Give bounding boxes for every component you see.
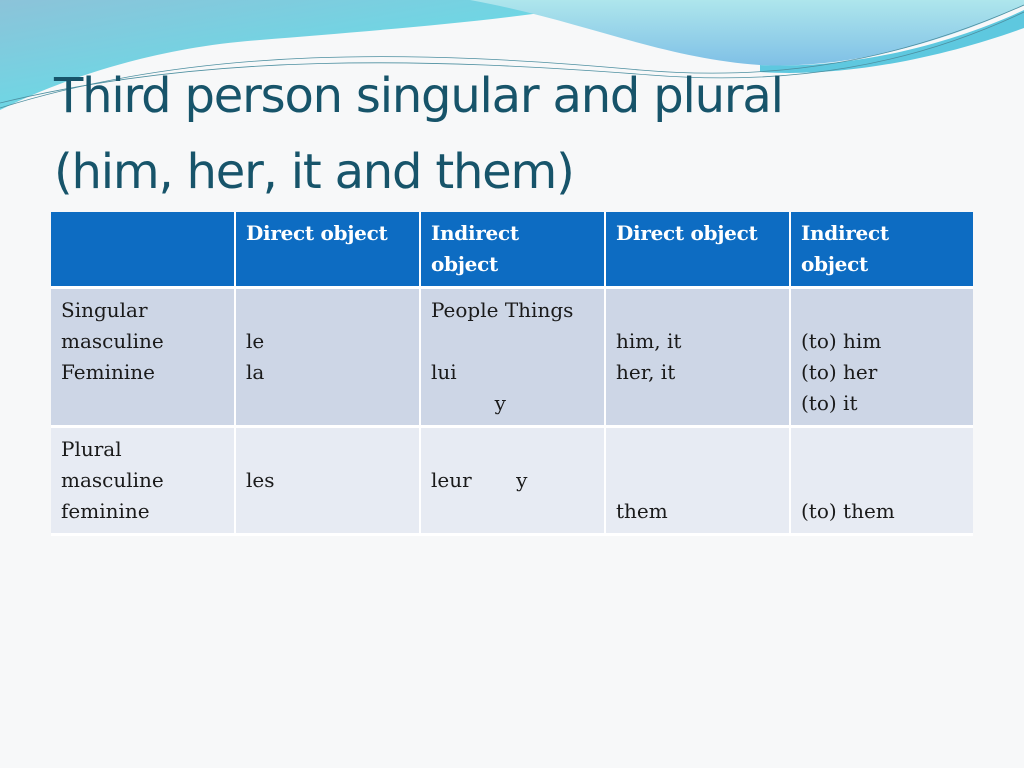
cell-category: Plural masculine feminine	[51, 428, 236, 536]
header-cell-indirect-object-fr: Indirect object	[421, 212, 606, 289]
slide-title-line2: (him, her, it and them)	[54, 144, 575, 200]
cell-indirect-en: (to) him (to) her (to) it	[791, 289, 973, 428]
table-row-singular: Singular masculine Feminine le la People…	[51, 289, 973, 428]
header-cell-direct-object-fr: Direct object	[236, 212, 421, 289]
slide-title: Third person singular and plural (him, h…	[54, 58, 994, 210]
table-header-row: Direct object Indirect object Direct obj…	[51, 212, 973, 289]
header-cell-empty	[51, 212, 236, 289]
cell-indirect-fr: leur y	[421, 428, 606, 536]
slide-title-line1: Third person singular and plural	[54, 68, 784, 124]
cell-indirect-fr: People Things lui y	[421, 289, 606, 428]
cell-direct-fr: le la	[236, 289, 421, 428]
wave-right-light	[470, 0, 1024, 66]
cell-direct-en: them	[606, 428, 791, 536]
cell-direct-fr: les	[236, 428, 421, 536]
cell-category: Singular masculine Feminine	[51, 289, 236, 428]
header-cell-direct-object-en: Direct object	[606, 212, 791, 289]
pronoun-table: Direct object Indirect object Direct obj…	[51, 212, 973, 536]
table-row-plural: Plural masculine feminine les leur y the…	[51, 428, 973, 536]
cell-direct-en: him, it her, it	[606, 289, 791, 428]
header-cell-indirect-object-en: Indirect object	[791, 212, 973, 289]
cell-indirect-en: (to) them	[791, 428, 973, 536]
